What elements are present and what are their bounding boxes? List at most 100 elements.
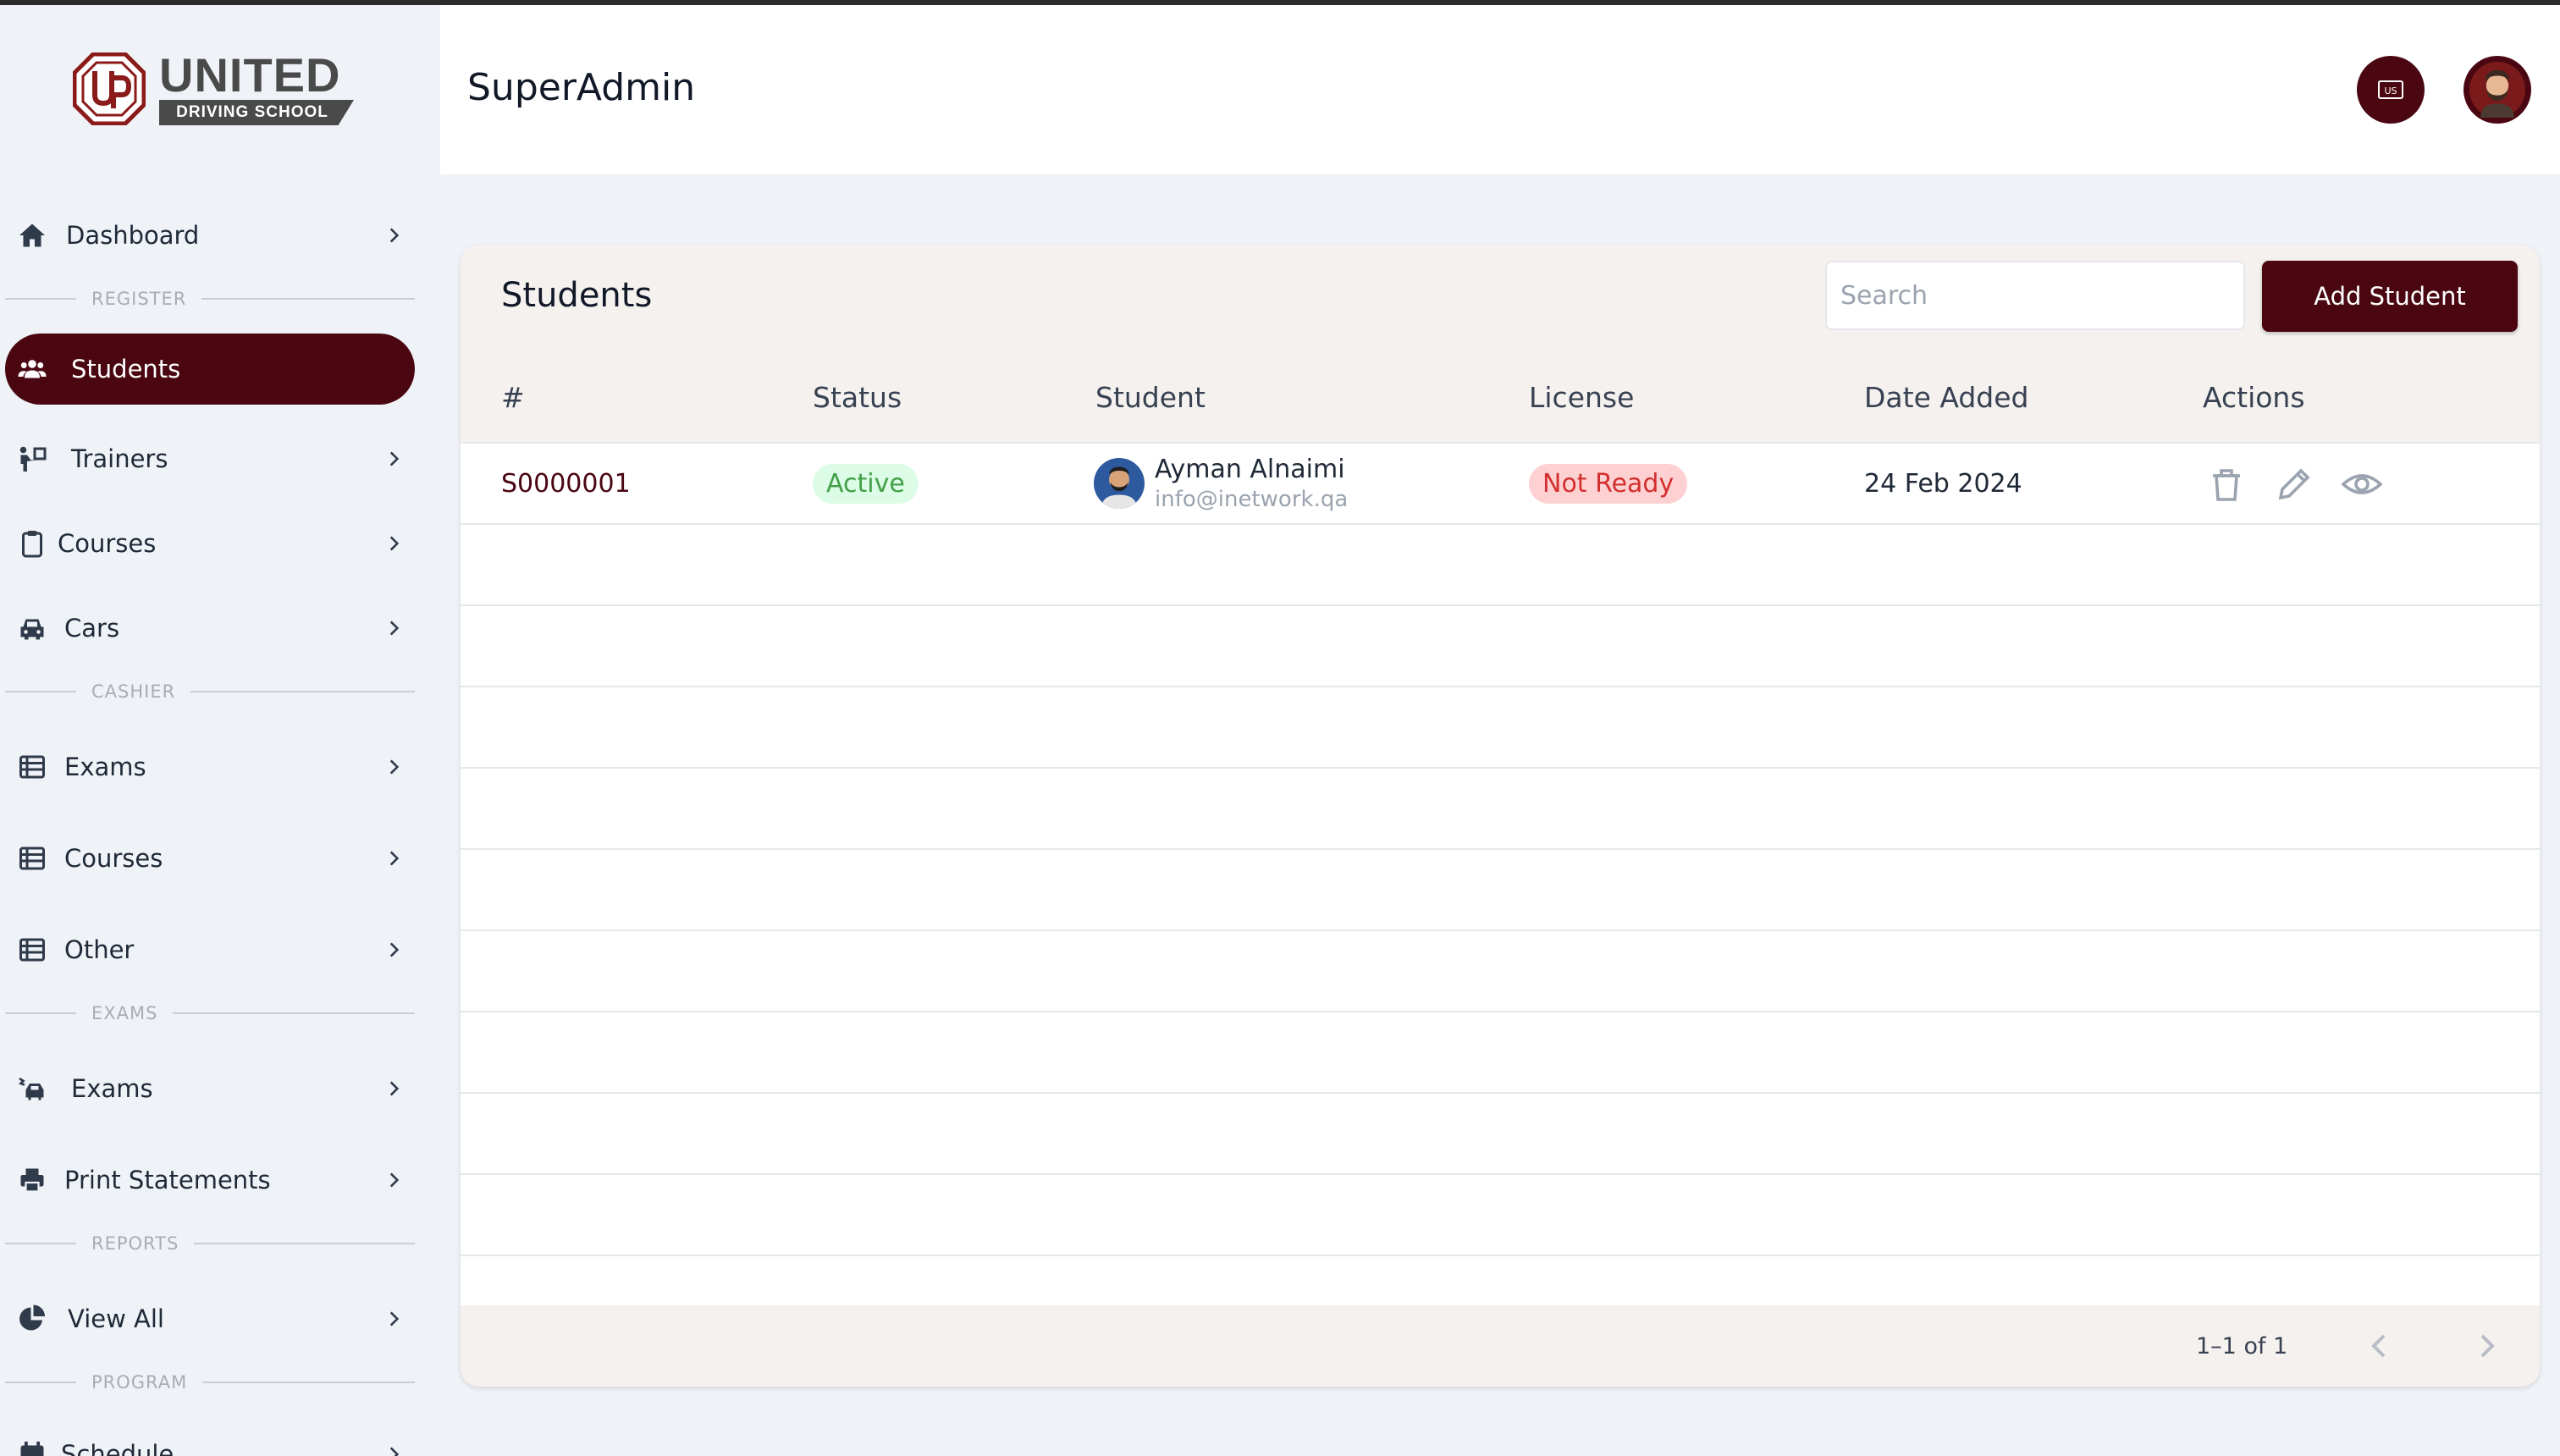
edit-icon — [2278, 468, 2310, 500]
sidebar-item-label: Exams — [71, 1074, 153, 1103]
empty-table-row — [461, 1011, 2540, 1092]
sidebar-item-cars[interactable]: Cars — [5, 593, 415, 664]
brand-logo[interactable]: UNITED DRIVING SCHOOL — [73, 47, 361, 132]
sidebar-item-label: Courses — [58, 529, 157, 558]
sidebar-item-label: Schedule — [61, 1440, 174, 1456]
chevron-right-icon — [383, 847, 405, 869]
sidebar-item-label: Students — [71, 355, 181, 383]
pagination-range: 1–1 of 1 — [2196, 1332, 2288, 1359]
top-header: SuperAdmin US — [440, 5, 2560, 174]
student-email: info@inetwork.qa — [1155, 487, 1349, 512]
previous-page-button[interactable] — [2359, 1326, 2399, 1366]
pie-chart-icon — [17, 1304, 47, 1334]
students-card: Students Add Student # Status Student Li… — [461, 245, 2540, 1387]
sidebar-item-view-all[interactable]: View All — [5, 1283, 415, 1354]
sidebar-section-register: REGISTER — [5, 286, 415, 312]
edit-button[interactable] — [2274, 464, 2314, 505]
pagination-footer: 1–1 of 1 — [461, 1305, 2540, 1387]
sidebar-item-cashier-courses[interactable]: Courses — [5, 823, 415, 894]
sidebar-item-print-statements[interactable]: Print Statements — [5, 1144, 415, 1216]
column-header-actions: Actions — [2203, 381, 2305, 414]
sidebar-section-reports: REPORTS — [5, 1231, 415, 1256]
card-header: Students Add Student # Status Student Li… — [461, 245, 2540, 442]
chevron-right-icon — [2480, 1334, 2495, 1358]
sidebar-item-trainers[interactable]: Trainers — [5, 423, 415, 494]
license-badge: Not Ready — [1529, 463, 1688, 504]
delete-icon — [2213, 469, 2240, 501]
sidebar-item-other[interactable]: Other — [5, 914, 415, 985]
chevron-right-icon — [383, 1169, 405, 1191]
chevron-right-icon — [383, 224, 405, 246]
empty-table-row — [461, 1173, 2540, 1256]
search-input[interactable] — [1825, 261, 2245, 330]
empty-table-row — [461, 523, 2540, 604]
date-added: 24 Feb 2024 — [1864, 468, 2022, 499]
chevron-right-icon — [383, 1308, 405, 1330]
sidebar-item-dashboard[interactable]: Dashboard — [5, 200, 415, 271]
add-student-button[interactable]: Add Student — [2262, 261, 2518, 332]
logo-badge-icon — [73, 52, 146, 125]
sidebar-item-exams[interactable]: Exams — [5, 1053, 415, 1124]
svg-text:US: US — [2384, 85, 2397, 97]
student-name: Ayman Alnaimi — [1155, 455, 1345, 484]
sidebar-item-label: Other — [64, 935, 135, 964]
empty-table-row — [461, 1092, 2540, 1173]
calendar-icon — [17, 1439, 47, 1456]
user-avatar-button[interactable] — [2463, 56, 2531, 124]
car-icon — [17, 613, 47, 643]
delete-button[interactable] — [2206, 464, 2247, 505]
column-header-date-added[interactable]: Date Added — [1864, 381, 2029, 414]
empty-table-row — [461, 686, 2540, 767]
section-label: REPORTS — [91, 1233, 179, 1254]
sidebar-item-courses[interactable]: Courses — [5, 508, 415, 579]
table-icon — [17, 935, 47, 965]
sidebar-item-label: Courses — [64, 844, 163, 873]
students-table-body: S0000001 Active Ayman Alnaimi info@inetw… — [461, 442, 2540, 1256]
section-label: REGISTER — [91, 289, 187, 309]
empty-table-row — [461, 848, 2540, 929]
flag-us-icon: US — [2378, 80, 2403, 99]
clipboard-icon — [17, 528, 47, 559]
trainer-icon — [17, 444, 47, 474]
sidebar-section-exams: EXAMS — [5, 1001, 415, 1026]
student-id[interactable]: S0000001 — [501, 444, 631, 523]
sidebar-item-label: Trainers — [71, 444, 168, 473]
empty-table-row — [461, 929, 2540, 1011]
sidebar-item-students[interactable]: Students — [5, 334, 415, 405]
brand-tagline: DRIVING SCHOOL — [176, 103, 328, 121]
chevron-right-icon — [383, 939, 405, 961]
car-crash-icon — [17, 1073, 47, 1104]
printer-icon — [17, 1165, 47, 1195]
view-button[interactable] — [2342, 464, 2382, 505]
sidebar-item-schedule[interactable]: Schedule — [5, 1419, 415, 1456]
section-label: CASHIER — [91, 681, 176, 702]
column-header-license[interactable]: License — [1529, 381, 1634, 414]
status-badge: Active — [813, 463, 919, 504]
section-label: EXAMS — [91, 1003, 158, 1023]
column-header-number[interactable]: # — [501, 381, 525, 414]
language-button[interactable]: US — [2357, 56, 2425, 124]
table-icon — [17, 752, 47, 782]
sidebar-item-label: Print Statements — [64, 1166, 271, 1194]
sidebar-section-cashier: CASHIER — [5, 679, 415, 704]
sidebar-item-label: Exams — [64, 753, 146, 781]
chevron-right-icon — [383, 532, 405, 554]
view-icon — [2342, 474, 2382, 494]
brand-name: UNITED — [159, 48, 341, 102]
column-header-status[interactable]: Status — [813, 381, 902, 414]
empty-table-row — [461, 767, 2540, 848]
chevron-right-icon — [383, 1078, 405, 1100]
sidebar-item-label: View All — [68, 1304, 164, 1333]
table-icon — [17, 843, 47, 874]
chevron-left-icon — [2371, 1334, 2386, 1358]
users-icon — [17, 354, 47, 384]
chevron-right-icon — [383, 1443, 405, 1456]
next-page-button[interactable] — [2467, 1326, 2508, 1366]
home-icon — [17, 220, 47, 251]
table-row[interactable]: S0000001 Active Ayman Alnaimi info@inetw… — [461, 442, 2540, 523]
chevron-right-icon — [383, 448, 405, 470]
empty-table-row — [461, 604, 2540, 686]
sidebar-item-cashier-exams[interactable]: Exams — [5, 731, 415, 802]
column-header-student[interactable]: Student — [1095, 381, 1206, 414]
license-cell: Not Ready — [1529, 444, 1688, 523]
